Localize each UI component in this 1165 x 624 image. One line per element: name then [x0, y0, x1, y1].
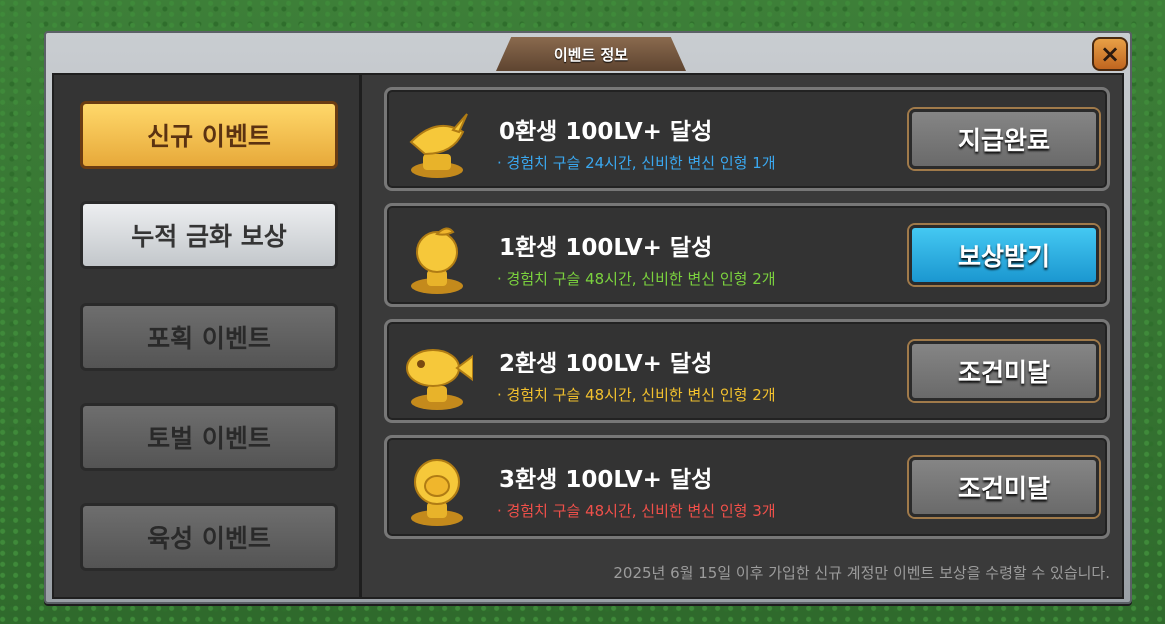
- event-reward-desc: · 경험치 구슬 48시간, 신비한 변신 인형 2개: [497, 270, 776, 288]
- event-reward-desc: · 경험치 구슬 48시간, 신비한 변신 인형 3개: [497, 502, 776, 520]
- event-row: 0환생 100LV+ 달성 · 경험치 구슬 24시간, 신비한 변신 인형 1…: [384, 87, 1110, 191]
- condition-unmet-button[interactable]: 조건미달: [909, 341, 1099, 401]
- event-row: 2환생 100LV+ 달성 · 경험치 구슬 48시간, 신비한 변신 인형 2…: [384, 319, 1110, 423]
- sidebar-item-gold-reward[interactable]: 누적 금화 보상: [80, 201, 338, 269]
- event-info-window: 이벤트 정보 × 신규 이벤트 누적 금화 보상 포획 이벤트 토벌 이벤트 육…: [44, 31, 1132, 604]
- event-title: 1환생 100LV+ 달성: [499, 235, 713, 261]
- event-reward-desc: · 경험치 구슬 48시간, 신비한 변신 인형 2개: [497, 386, 776, 404]
- condition-unmet-button[interactable]: 조건미달: [909, 457, 1099, 517]
- claimed-button[interactable]: 지급완료: [909, 109, 1099, 169]
- sheep-trophy-icon: [411, 459, 463, 526]
- claim-reward-button[interactable]: 보상받기: [909, 225, 1099, 285]
- sidebar-item-hunt-event[interactable]: 토벌 이벤트: [80, 403, 338, 471]
- event-title: 3환생 100LV+ 달성: [499, 467, 713, 493]
- sidebar-item-new-event[interactable]: 신규 이벤트: [80, 101, 338, 169]
- sidebar: 신규 이벤트 누적 금화 보상 포획 이벤트 토벌 이벤트 육성 이벤트: [54, 75, 362, 597]
- event-list: 0환생 100LV+ 달성 · 경험치 구슬 24시간, 신비한 변신 인형 1…: [364, 75, 1124, 597]
- event-row: 3환생 100LV+ 달성 · 경험치 구슬 48시간, 신비한 변신 인형 3…: [384, 435, 1110, 539]
- carrot-trophy-icon: [409, 113, 468, 178]
- content-area: 신규 이벤트 누적 금화 보상 포획 이벤트 토벌 이벤트 육성 이벤트 0환생…: [52, 73, 1124, 599]
- window-title: 이벤트 정보: [496, 37, 686, 71]
- sidebar-item-capture-event[interactable]: 포획 이벤트: [80, 303, 338, 371]
- close-icon: ×: [1099, 40, 1121, 68]
- event-reward-desc: · 경험치 구슬 24시간, 신비한 변신 인형 1개: [497, 154, 776, 172]
- event-title: 2환생 100LV+ 달성: [499, 351, 713, 377]
- event-title: 0환생 100LV+ 달성: [499, 119, 713, 145]
- sidebar-item-growth-event[interactable]: 육성 이벤트: [80, 503, 338, 571]
- fish-trophy-icon: [406, 349, 473, 410]
- footer-note: 2025년 6월 15일 이후 가입한 신규 계정만 이벤트 보상을 수령할 수…: [613, 564, 1110, 582]
- event-row: 1환생 100LV+ 달성 · 경험치 구슬 48시간, 신비한 변신 인형 2…: [384, 203, 1110, 307]
- close-button[interactable]: ×: [1092, 37, 1128, 71]
- apple-trophy-icon: [411, 227, 463, 294]
